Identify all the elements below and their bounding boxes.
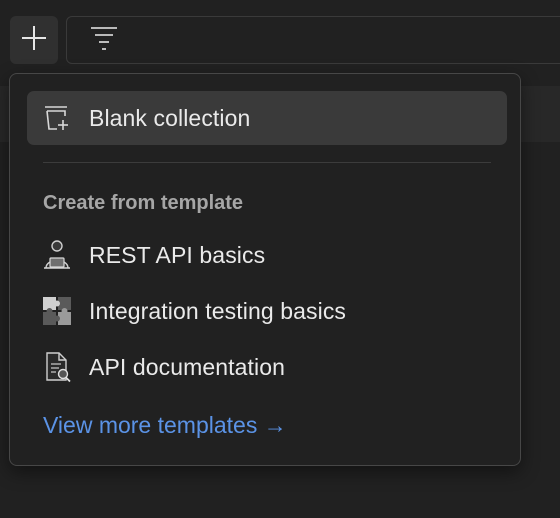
plus-icon: [21, 25, 47, 56]
view-more-templates-link[interactable]: View more templates →: [43, 412, 287, 439]
template-section-heading: Create from template: [43, 192, 244, 214]
template-label: REST API basics: [89, 241, 266, 268]
blank-collection-item[interactable]: Blank collection: [27, 91, 507, 145]
puzzle-pieces-icon: [41, 295, 73, 327]
filter-button[interactable]: [84, 22, 124, 58]
template-item-rest-api-basics[interactable]: REST API basics: [27, 231, 507, 279]
new-collection-menu: Blank collection Create from template RE…: [9, 73, 521, 466]
add-button[interactable]: [10, 16, 58, 64]
template-label: Integration testing basics: [89, 297, 347, 324]
menu-divider: [43, 162, 491, 163]
new-collection-icon: [41, 102, 73, 134]
top-toolbar: [0, 0, 560, 76]
blank-collection-label: Blank collection: [89, 104, 251, 131]
document-search-icon: [41, 351, 73, 383]
filter-icon: [89, 25, 119, 56]
template-label: API documentation: [89, 353, 286, 380]
template-item-integration-testing-basics[interactable]: Integration testing basics: [27, 287, 507, 335]
search-field[interactable]: [66, 16, 560, 64]
template-item-api-documentation[interactable]: API documentation: [27, 343, 507, 391]
person-at-laptop-icon: [41, 239, 73, 271]
